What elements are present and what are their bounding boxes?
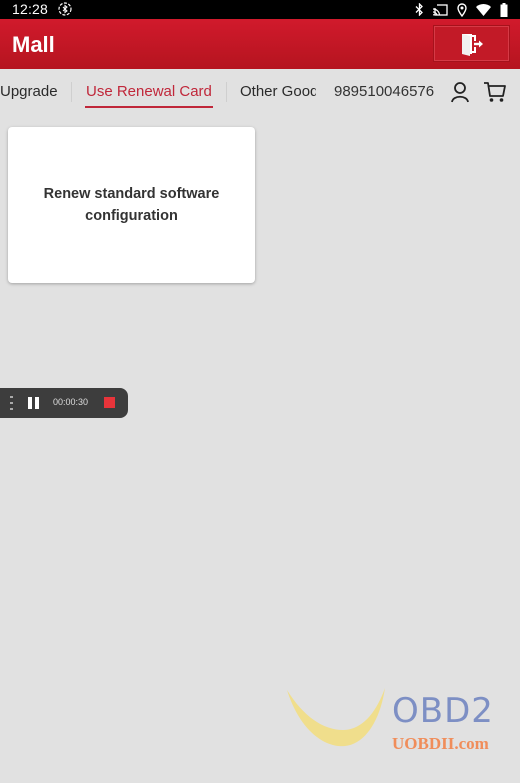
drag-handle-icon[interactable] [10, 396, 14, 410]
page-title: Mall [12, 32, 55, 57]
exit-door-icon [461, 33, 483, 56]
cart-icon[interactable] [483, 80, 507, 104]
watermark-swoosh-icon [287, 688, 385, 747]
pause-icon[interactable] [28, 397, 39, 409]
screen-recorder-widget[interactable]: 00:00:30 [0, 388, 128, 418]
wifi-icon [476, 3, 491, 16]
tab-other-goods[interactable]: Other Goods [240, 83, 316, 100]
bluetooth-icon [415, 3, 423, 16]
battery-icon [500, 2, 508, 17]
status-time: 12:28 [12, 1, 49, 17]
renewal-card-option[interactable]: Renew standard software configuration [8, 127, 255, 283]
stop-icon[interactable] [104, 397, 115, 408]
tab-divider [71, 82, 72, 102]
tab-upgrade-label: Upgrade [0, 83, 58, 100]
tab-divider [226, 82, 227, 102]
watermark: OBD2 UOBDII.com [285, 686, 520, 783]
exit-button[interactable] [433, 25, 510, 62]
status-bar: 12:28 [0, 0, 520, 19]
status-icons [415, 2, 508, 17]
user-icon[interactable] [450, 81, 470, 103]
tab-bar: Upgrade Use Renewal Card Other Goods 989… [0, 69, 520, 117]
tab-upgrade[interactable]: Upgrade [0, 83, 62, 100]
bluetooth-circle-icon [58, 2, 72, 16]
watermark-url: UOBDII.com [392, 734, 489, 753]
location-icon [457, 2, 467, 17]
recording-time: 00:00:30 [53, 397, 89, 407]
cast-icon [433, 3, 448, 16]
tab-use-renewal-card[interactable]: Use Renewal Card [86, 83, 212, 100]
active-tab-indicator [85, 106, 213, 108]
card-title: Renew standard software configuration [43, 186, 220, 224]
watermark-brand: OBD2 [392, 691, 494, 731]
app-bar: Mall [0, 19, 520, 69]
account-number: 989510046576 [334, 83, 435, 100]
